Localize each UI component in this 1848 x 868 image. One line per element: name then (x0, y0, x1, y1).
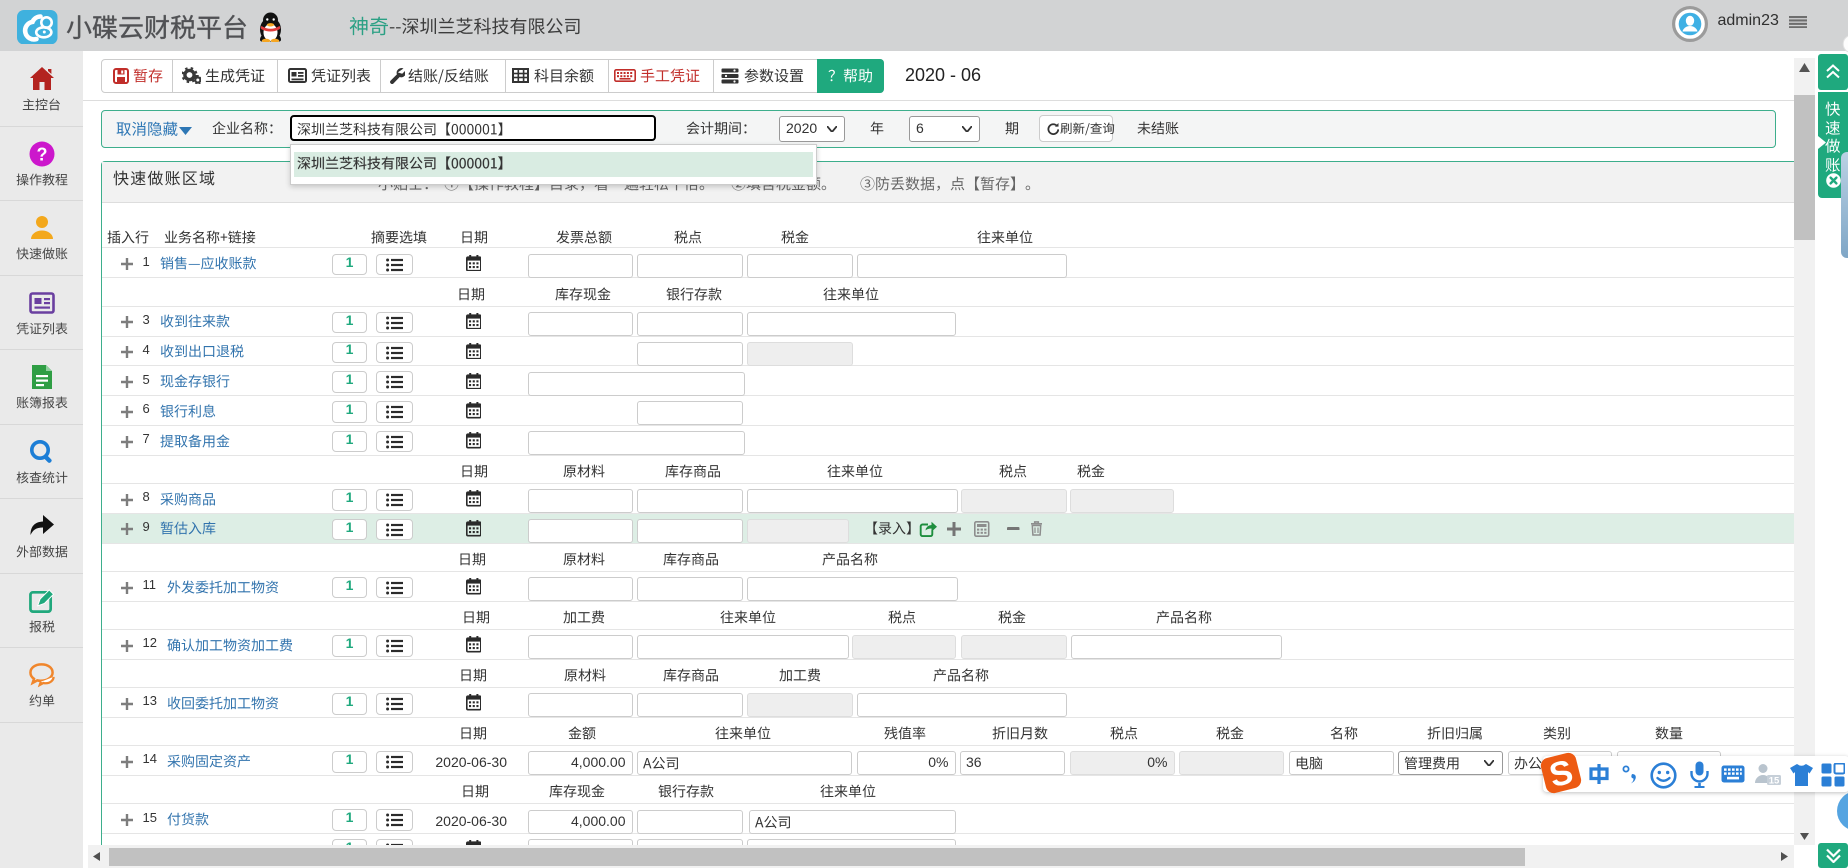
svg-text:?: ? (36, 144, 47, 164)
svg-text:15: 15 (1769, 776, 1780, 787)
